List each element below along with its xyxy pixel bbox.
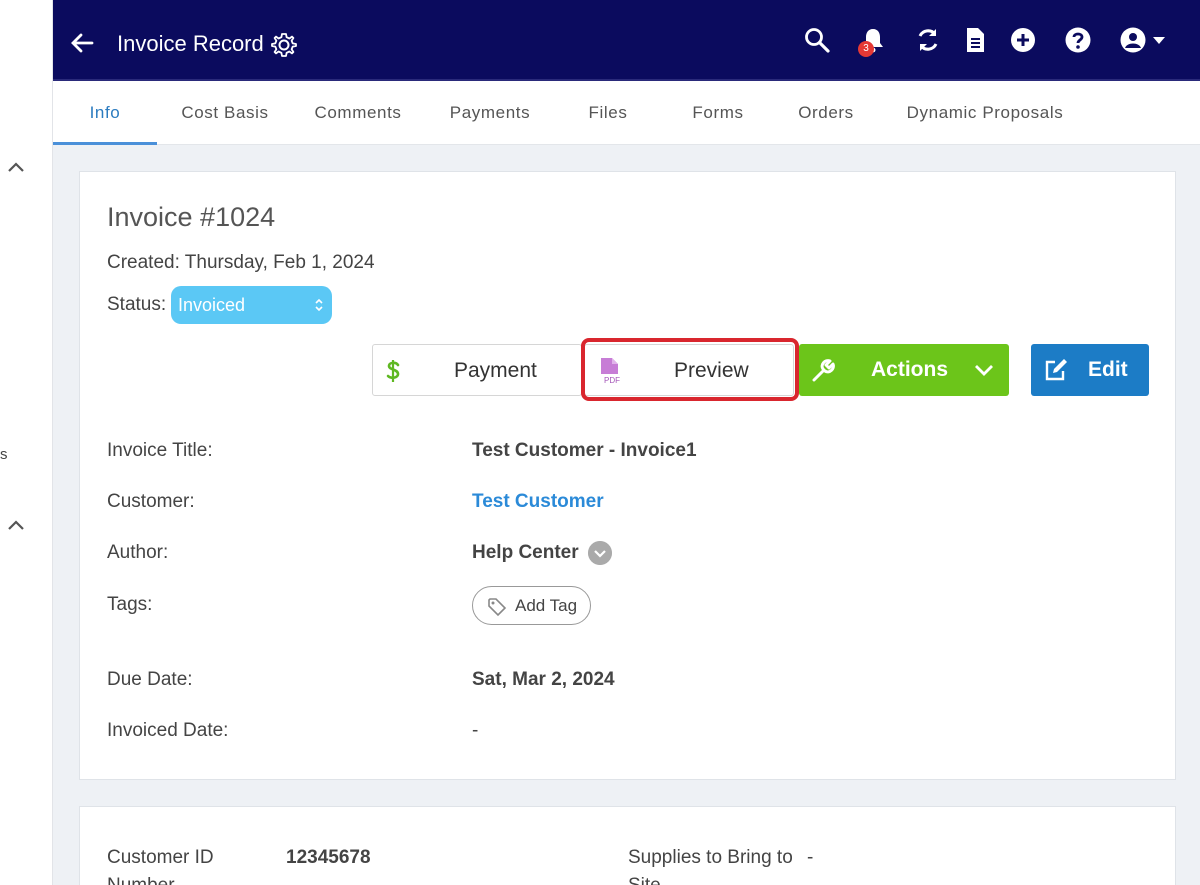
add-circle-icon[interactable] — [1009, 26, 1037, 54]
supplies-label-cont: Site — [628, 875, 661, 885]
tab-files[interactable]: Files — [573, 81, 643, 145]
customer-label: Customer: — [107, 491, 195, 512]
chevron-up-icon[interactable] — [6, 158, 26, 178]
payment-label: Payment — [454, 359, 537, 382]
tab-bar: Info Cost Basis Comments Payments Files … — [53, 81, 1200, 145]
due-date-label: Due Date: — [107, 669, 193, 690]
search-icon[interactable] — [803, 26, 831, 54]
user-account-icon[interactable] — [1119, 26, 1169, 54]
customer-id-label-cont: Number — [107, 875, 175, 885]
select-arrows-icon — [315, 298, 323, 312]
back-arrow-icon[interactable] — [69, 30, 95, 56]
invoiced-date-value: - — [472, 720, 479, 741]
author-value: Help Center — [472, 542, 579, 563]
invoice-title-value: Test Customer - Invoice1 — [472, 440, 697, 461]
payment-button[interactable]: Payment — [372, 344, 582, 396]
status-value: Invoiced — [178, 295, 246, 315]
status-label: Status: — [107, 294, 167, 315]
customer-link[interactable]: Test Customer — [472, 491, 604, 513]
invoice-info-card: Invoice #1024 Created: Thursday, Feb 1, … — [79, 171, 1176, 780]
actions-label: Actions — [871, 358, 949, 381]
tab-payments[interactable]: Payments — [437, 81, 543, 145]
add-tag-button[interactable]: Add Tag — [472, 586, 591, 625]
edit-label: Edit — [1088, 358, 1128, 381]
page-title: Invoice Record — [117, 31, 264, 56]
tags-label: Tags: — [107, 594, 153, 615]
left-sidebar: s — [0, 0, 53, 885]
preview-button[interactable]: PDF Preview — [584, 344, 794, 396]
supplies-label: Supplies to Bring to — [628, 847, 793, 868]
status-select[interactable]: Invoiced — [171, 286, 332, 324]
due-date-value: Sat, Mar 2, 2024 — [472, 669, 615, 690]
actions-button[interactable]: Actions — [799, 344, 1009, 396]
supplies-value: - — [807, 847, 814, 868]
pdf-icon-text: PDF — [604, 376, 620, 385]
customer-id-label: Customer ID — [107, 847, 214, 868]
notification-badge: 3 — [858, 41, 874, 57]
wrench-icon — [812, 359, 835, 382]
invoice-title-label: Invoice Title: — [107, 440, 213, 461]
chevron-down-icon — [975, 365, 993, 376]
tab-info[interactable]: Info — [53, 81, 157, 145]
dollar-icon — [386, 360, 400, 382]
customer-id-value: 12345678 — [286, 847, 371, 868]
tab-orders[interactable]: Orders — [786, 81, 866, 145]
pdf-file-icon: PDF — [601, 358, 620, 385]
chevron-up-icon[interactable] — [6, 516, 26, 536]
preview-label: Preview — [674, 359, 749, 382]
created-date: Created: Thursday, Feb 1, 2024 — [107, 252, 375, 273]
document-icon[interactable] — [961, 26, 989, 54]
add-tag-label: Add Tag — [515, 596, 578, 615]
author-label: Author: — [107, 542, 169, 563]
details-card: Customer ID Number 12345678 Supplies to … — [79, 806, 1176, 885]
tab-comments[interactable]: Comments — [301, 81, 415, 145]
sidebar-label-fragment: s — [0, 446, 8, 463]
tab-forms[interactable]: Forms — [679, 81, 757, 145]
help-icon[interactable] — [1064, 26, 1092, 54]
top-header: Invoice Record 3 — [53, 0, 1200, 81]
invoiced-date-label: Invoiced Date: — [107, 720, 229, 741]
tab-dynamic-proposals[interactable]: Dynamic Proposals — [900, 81, 1070, 145]
invoice-number: Invoice #1024 — [107, 202, 276, 232]
edit-button[interactable]: Edit — [1031, 344, 1149, 396]
edit-icon — [1045, 359, 1067, 381]
chevron-down-circle-icon[interactable] — [588, 541, 612, 565]
sync-icon[interactable] — [914, 26, 942, 54]
gear-icon[interactable] — [270, 31, 298, 59]
tag-icon — [488, 598, 507, 617]
tab-cost-basis[interactable]: Cost Basis — [170, 81, 280, 145]
